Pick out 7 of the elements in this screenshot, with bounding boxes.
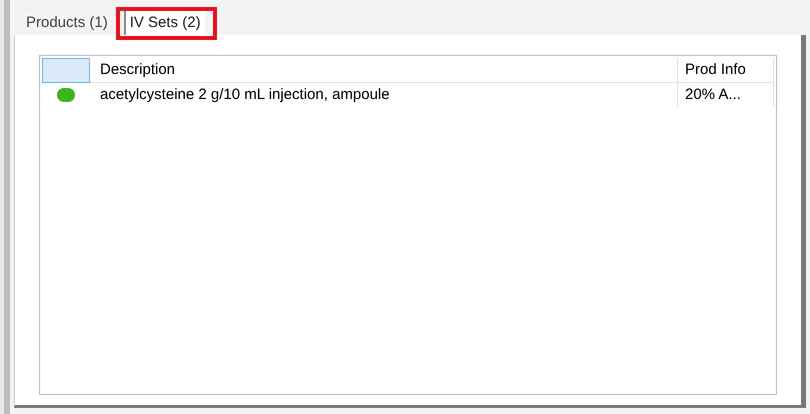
column-header: Description bbox=[90, 58, 678, 83]
tab[interactable]: Products (1) bbox=[22, 12, 112, 34]
tab[interactable]: IV Sets (2) bbox=[124, 11, 205, 35]
column-header: Prod Info bbox=[678, 58, 774, 83]
table-cell: 20% A... bbox=[678, 83, 774, 107]
table-cell: acetylcysteine 2 g/10 mL injection, ampoule bbox=[90, 83, 678, 107]
header-cell bbox=[42, 58, 90, 83]
